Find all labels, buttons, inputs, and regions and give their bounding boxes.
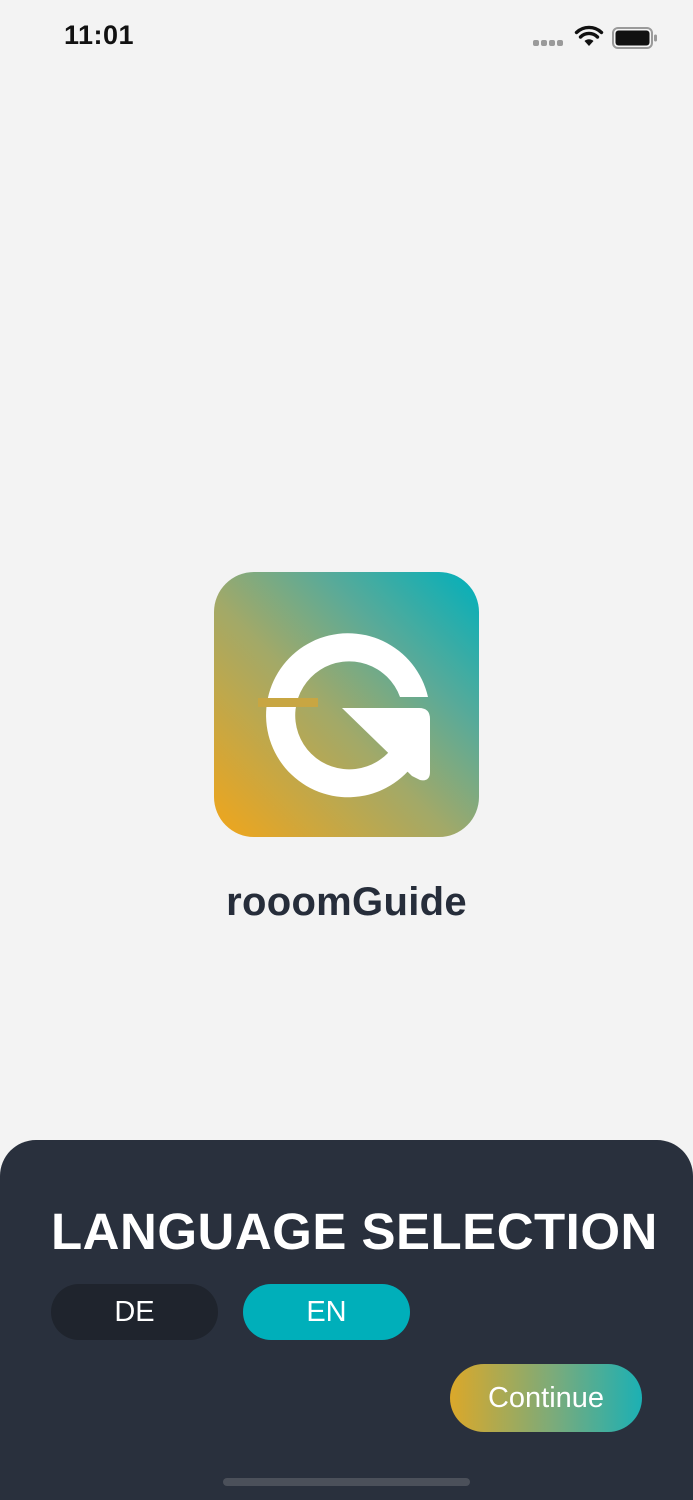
app-name: rooomGuide	[226, 880, 467, 924]
wifi-icon	[574, 24, 604, 48]
status-bar: 11:01	[0, 0, 693, 80]
language-de-button[interactable]: DE	[51, 1284, 218, 1340]
status-time: 11:01	[64, 20, 135, 50]
language-en-button[interactable]: EN	[243, 1284, 410, 1340]
sheet-title: LANGUAGE SELECTION	[51, 1203, 658, 1260]
language-selection-sheet: LANGUAGE SELECTION DE EN Continue	[0, 1140, 693, 1500]
home-indicator	[223, 1478, 470, 1486]
cellular-signal-icon	[533, 40, 567, 48]
continue-button[interactable]: Continue	[450, 1364, 642, 1432]
battery-icon	[612, 26, 658, 50]
app-screen: 11:01 rooomGuide LANGUAGE SELECTION DE E…	[0, 0, 693, 1500]
roomguide-g-logo-icon	[214, 572, 479, 837]
